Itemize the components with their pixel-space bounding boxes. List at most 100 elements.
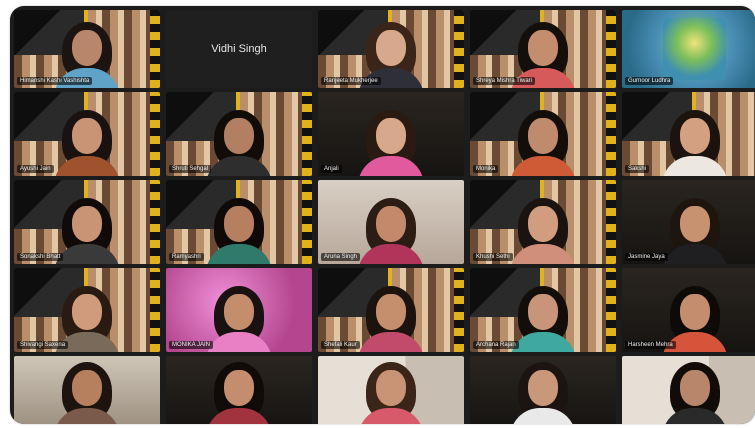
participant-name: Monika [473,165,499,173]
participant-video [356,356,426,424]
face-shape [528,118,558,154]
participant-name: Anjali [321,165,342,173]
face-shape [679,294,710,330]
participant-name: Ayushi Jain [17,165,54,173]
face-shape [528,294,558,330]
participant-video [356,192,426,264]
face-shape [224,370,254,406]
body-shape [206,156,272,176]
body-shape [661,156,728,176]
participant-tile[interactable]: Sakshi [622,92,755,176]
participant-video [204,192,274,264]
participant-tile[interactable]: Ranjeeta Mukherjee [318,10,464,88]
participant-tile[interactable] [622,356,755,424]
participant-video [204,356,274,424]
body-shape [54,156,120,176]
participant-video [660,104,730,176]
participant-video [356,280,426,352]
body-shape [206,244,272,264]
participant-tile[interactable]: Khushi Sethi [470,180,616,264]
face-shape [679,370,710,406]
participant-tile[interactable]: Monika [470,92,616,176]
participant-name: Shruti Sehgal [169,165,212,173]
body-shape [510,408,576,424]
body-shape [661,244,728,264]
participant-name: Vidhi Singh [211,43,267,55]
participant-tile[interactable]: Sonakshi Bhatt [14,180,160,264]
participant-tile[interactable]: Shivangi Saxena [14,268,160,352]
participant-tile[interactable]: MONIKA JAIN [166,268,312,352]
participant-name: Ramyashri [169,253,204,261]
participant-gallery: Himanshi Kashi Vashishta Vidhi Singh Ranje… [10,6,755,424]
participant-video [204,280,274,352]
participant-name: Aruna Singh [321,253,361,261]
participant-tile[interactable]: Jasmine Jaya [622,180,755,264]
body-shape [510,332,576,352]
face-shape [224,206,254,242]
participant-video [204,104,274,176]
participant-tile[interactable]: Shreya Mishra Tiwari [470,10,616,88]
participant-name: MONIKA JAIN [169,341,214,349]
participant-name: Harsheen Mehra [625,341,676,349]
participant-video [660,356,730,424]
face-shape [376,370,406,406]
participant-tile[interactable]: Gurnoor Ludhra [622,10,755,88]
body-shape [358,408,424,424]
face-shape [528,370,558,406]
face-shape [528,206,558,242]
participant-name: Sonakshi Bhatt [17,253,64,261]
body-shape [206,408,272,424]
participant-video [52,104,122,176]
face-shape [224,118,254,154]
participant-tile[interactable]: Ayushi Jain [14,92,160,176]
participant-tile[interactable]: Anjali [318,92,464,176]
body-shape [54,244,120,264]
face-shape [376,118,406,154]
participant-name: Shefali Kaur [321,341,360,349]
face-shape [679,118,710,154]
face-shape [72,206,102,242]
participant-tile[interactable]: Vidhi Singh [166,10,312,88]
face-shape [72,30,102,66]
participant-tile[interactable]: Ramyashri [166,180,312,264]
participant-video [508,104,578,176]
face-shape [224,294,254,330]
participant-name: Archana Rajan [473,341,519,349]
participant-tile[interactable]: Shefali Kaur [318,268,464,352]
participant-name: Khushi Sethi [473,253,513,261]
face-shape [376,30,406,66]
participant-tile[interactable]: Shruti Sehgal [166,92,312,176]
participant-tile[interactable]: Himanshi Kashi Vashishta [14,10,160,88]
participant-tile[interactable] [318,356,464,424]
participant-tile[interactable]: Archana Rajan [470,268,616,352]
body-shape [54,408,120,424]
participant-name: Gurnoor Ludhra [625,77,674,85]
participant-tile[interactable] [14,356,160,424]
body-shape [661,408,728,424]
face-shape [376,206,406,242]
participant-video [356,104,426,176]
body-shape [358,156,424,176]
participant-video [660,192,730,264]
participant-name: Himanshi Kashi Vashishta [17,77,93,85]
participant-name: Ranjeeta Mukherjee [321,77,381,85]
face-shape [72,370,102,406]
participant-tile[interactable] [166,356,312,424]
face-shape [72,294,102,330]
participant-video [52,356,122,424]
face-shape [528,30,558,66]
body-shape [206,332,272,352]
participant-tile[interactable]: Aruna Singh [318,180,464,264]
participant-tile[interactable] [470,356,616,424]
participant-name: Shreya Mishra Tiwari [473,77,536,85]
participant-video [662,17,727,81]
body-shape [358,332,424,352]
face-shape [679,206,710,242]
participant-name: Shivangi Saxena [17,341,69,349]
participant-video [508,192,578,264]
body-shape [358,244,424,264]
body-shape [510,156,576,176]
participant-video [508,356,578,424]
participant-tile[interactable]: Harsheen Mehra [622,268,755,352]
body-shape [510,244,576,264]
